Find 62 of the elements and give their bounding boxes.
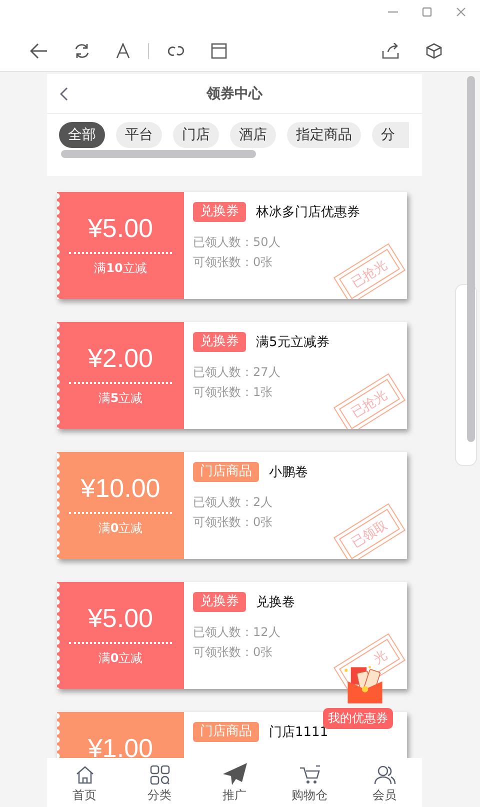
share-icon[interactable] (382, 42, 400, 58)
claimed-count: 已领人数：27人 (193, 364, 280, 381)
refresh-icon[interactable] (74, 42, 90, 58)
coupon-title: 满5元立减券 (256, 334, 330, 351)
remaining-count: 可领张数：0张 (193, 514, 273, 531)
category-tab[interactable]: 酒店 (230, 122, 276, 148)
coupon-title: 兑换卷 (256, 594, 295, 611)
scroll-thumb[interactable] (61, 150, 256, 158)
coupon-card[interactable]: ¥10.00 满0立减 门店商品 小鹏卷 已领人数：2人 可领张数：0张 已领取 (57, 452, 407, 559)
nav-item[interactable]: 购物仓 (272, 758, 347, 807)
nav-item[interactable]: 分类 (122, 758, 197, 807)
maximize-icon[interactable] (422, 7, 432, 17)
coupon-condition: 满0立减 (98, 650, 143, 667)
cube-icon[interactable] (426, 42, 442, 58)
coupon-tag: 门店商品 (193, 722, 259, 742)
category-tab[interactable]: 分 (372, 122, 409, 148)
coupon-amount: ¥5.00 (88, 212, 154, 244)
back-arrow-icon[interactable] (30, 42, 48, 58)
category-tab[interactable]: 指定商品 (287, 122, 361, 148)
coupon-condition: 满5立减 (98, 390, 143, 407)
coupon-tag: 兑换券 (193, 202, 246, 222)
remaining-count: 可领张数：1张 (193, 384, 273, 401)
claimed-count: 已领人数：12人 (193, 624, 280, 641)
coupon-title: 林冰多门店优惠券 (256, 204, 360, 221)
coupon-title: 小鹏卷 (269, 464, 308, 481)
remaining-count: 可领张数：0张 (193, 254, 273, 271)
category-tab[interactable]: 门店 (173, 122, 219, 148)
coupon-condition: 满0立减 (98, 520, 143, 537)
status-stamp: 已抢光 (333, 243, 406, 299)
category-tab[interactable]: 平台 (116, 122, 162, 148)
claimed-count: 已领人数：2人 (193, 494, 273, 511)
nav-item[interactable]: 会员 (347, 758, 422, 807)
claimed-count: 已领人数：50人 (193, 234, 280, 251)
coupon-card[interactable]: ¥5.00 满0立减 兑换券 兑换卷 已领人数：12人 可领张数：0张 光 (57, 582, 407, 689)
coupon-condition: 满10立减 (94, 260, 147, 277)
members-icon (374, 765, 396, 785)
remaining-count: 可领张数：0张 (193, 644, 273, 661)
font-icon[interactable] (116, 42, 130, 58)
coupon-card[interactable]: ¥5.00 满10立减 兑换券 林冰多门店优惠券 已领人数：50人 可领张数：0张 已抢光 (57, 192, 407, 299)
coupon-amount: ¥5.00 (88, 602, 154, 634)
close-icon[interactable] (456, 7, 466, 17)
grid-icon (150, 765, 170, 785)
scrollbar-thumb[interactable] (467, 76, 475, 442)
status-stamp: 已领取 (333, 503, 406, 559)
coupon-amount: ¥1.00 (88, 732, 154, 758)
coupon-card[interactable]: ¥2.00 满5立减 兑换券 满5元立减券 已领人数：27人 可领张数：1张 已抢光 (57, 322, 407, 429)
back-chevron-icon[interactable] (60, 87, 68, 101)
nav-item[interactable]: 首页 (47, 758, 122, 807)
link-icon[interactable] (167, 44, 185, 58)
status-stamp: 已抢光 (333, 373, 406, 429)
window-icon[interactable] (211, 42, 227, 58)
page-title: 领券中心 (206, 84, 262, 102)
coupon-amount: ¥10.00 (80, 472, 160, 504)
nav-item[interactable]: 推广 (197, 758, 272, 807)
coupon-tag: 门店商品 (193, 462, 259, 482)
home-icon (74, 765, 94, 785)
cart-icon (298, 765, 320, 785)
coupon-tag: 兑换券 (193, 592, 246, 612)
paper-plane-icon (222, 763, 246, 785)
coupon-amount: ¥2.00 (88, 342, 154, 374)
category-tab[interactable]: 全部 (59, 122, 105, 148)
coupon-tag: 兑换券 (193, 332, 246, 352)
